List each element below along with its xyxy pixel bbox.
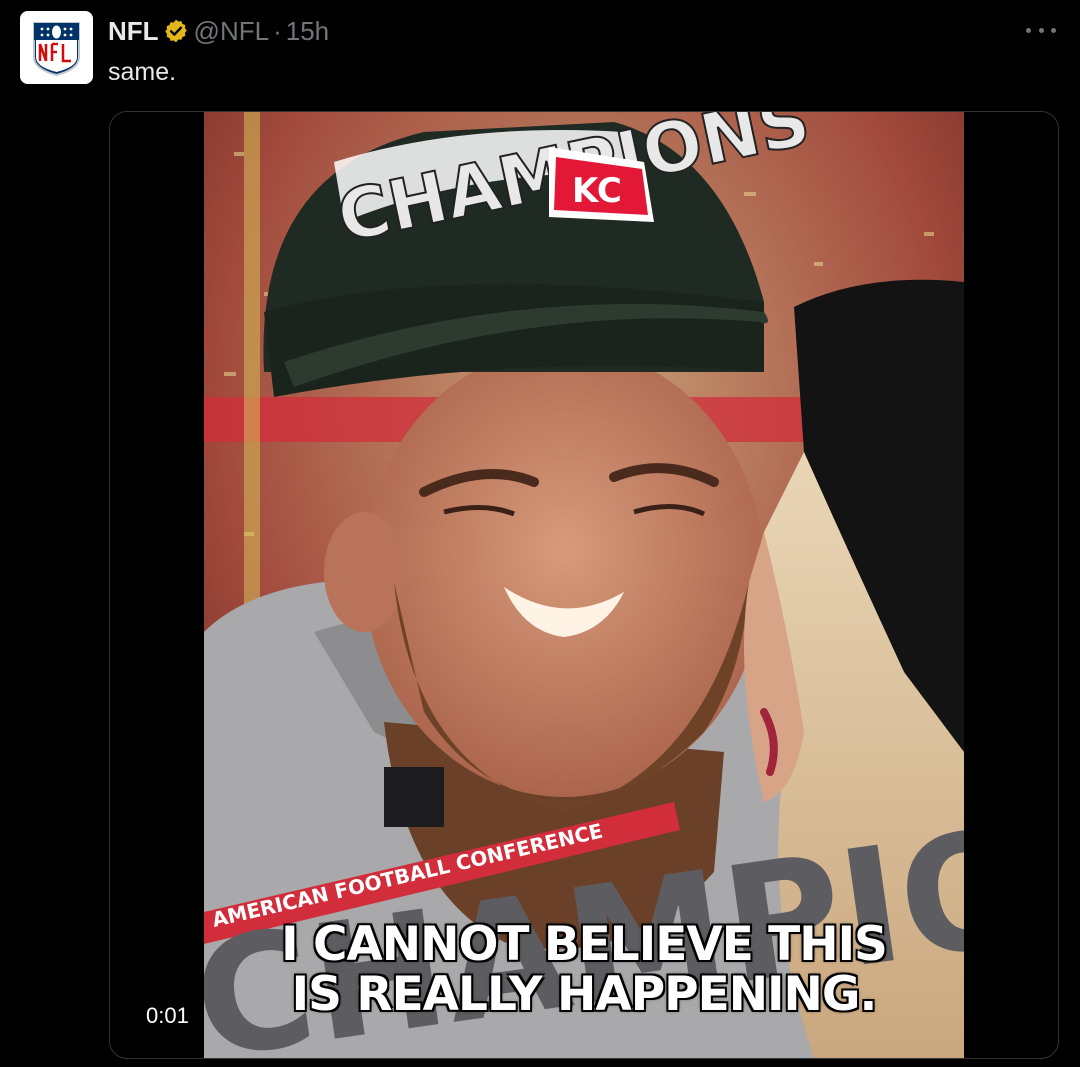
video-caption: I CANNOT BELIEVE THIS IS REALLY HAPPENIN… (281, 917, 888, 1022)
video-timer: 0:01 (138, 998, 197, 1034)
more-dot (1051, 27, 1056, 33)
nfl-avatar[interactable] (20, 11, 93, 84)
more-dot (1038, 27, 1044, 33)
tweet-text: same. (108, 58, 177, 86)
more-options-icon[interactable] (1026, 18, 1056, 42)
tweet-header: NFL @NFL · 15h (108, 14, 329, 48)
timestamp[interactable]: 15h (286, 14, 329, 48)
display-name[interactable]: NFL (108, 14, 159, 48)
verified-badge-icon[interactable] (163, 18, 189, 44)
more-dot (1026, 27, 1031, 33)
cap-logo-text: KC (572, 171, 622, 211)
separator-dot: · (273, 16, 282, 46)
nfl-shield-logo-icon (20, 11, 93, 84)
handle[interactable]: @NFL (194, 14, 270, 48)
video-frame[interactable]: CHAMPIONS KC AMERICAN FOOTBALL CONFERENC… (204, 112, 964, 1058)
video-player[interactable]: CHAMPIONS KC AMERICAN FOOTBALL CONFERENC… (109, 111, 1059, 1059)
